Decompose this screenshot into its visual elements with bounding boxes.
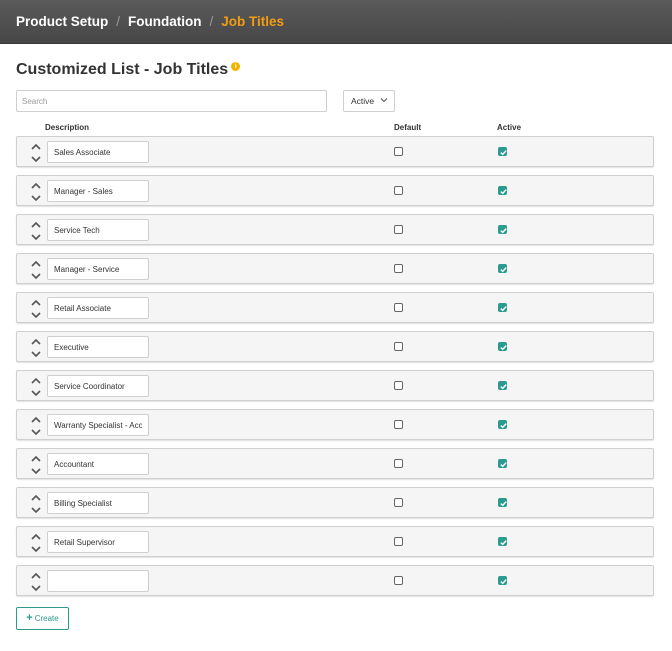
- chevron-down-icon: [380, 98, 388, 103]
- check-icon: [500, 345, 507, 351]
- sort-arrows-icon[interactable]: [30, 142, 42, 164]
- active-checkbox[interactable]: [498, 420, 507, 429]
- active-checkbox[interactable]: [498, 342, 507, 351]
- status-filter-value: Active: [351, 96, 375, 106]
- create-button-label: Create: [34, 614, 59, 623]
- info-icon[interactable]: i: [231, 61, 241, 71]
- check-icon: [500, 384, 507, 390]
- active-checkbox[interactable]: [498, 147, 507, 156]
- default-checkbox[interactable]: [394, 420, 403, 429]
- description-input[interactable]: [47, 570, 149, 592]
- sort-arrows-icon[interactable]: [30, 298, 42, 320]
- search-input[interactable]: [16, 90, 327, 112]
- list-item: [16, 487, 654, 518]
- default-checkbox[interactable]: [394, 186, 403, 195]
- active-checkbox[interactable]: [498, 381, 507, 390]
- active-checkbox[interactable]: [498, 498, 507, 507]
- sort-arrows-icon[interactable]: [30, 259, 42, 281]
- default-checkbox[interactable]: [394, 459, 403, 468]
- sort-arrows-icon[interactable]: [30, 376, 42, 398]
- description-input[interactable]: [47, 414, 149, 436]
- column-header-default: Default: [394, 123, 422, 132]
- active-checkbox[interactable]: [498, 264, 507, 273]
- default-checkbox[interactable]: [394, 537, 403, 546]
- check-icon: [500, 189, 507, 195]
- page-title: Customized List - Job Titles i: [16, 61, 241, 79]
- list-item: [16, 292, 654, 323]
- active-checkbox[interactable]: [498, 576, 507, 585]
- breadcrumb-separator: /: [209, 14, 214, 29]
- active-checkbox[interactable]: [498, 186, 507, 195]
- check-icon: [500, 267, 507, 273]
- description-input[interactable]: [47, 336, 149, 358]
- description-input[interactable]: [47, 219, 149, 241]
- description-input[interactable]: [47, 141, 149, 163]
- breadcrumb-product-setup[interactable]: Product Setup: [16, 14, 108, 29]
- job-titles-list: [16, 136, 654, 604]
- list-item: [16, 214, 654, 245]
- breadcrumb-job-titles: Job Titles: [221, 14, 285, 29]
- breadcrumb-separator: /: [116, 14, 121, 29]
- plus-icon: +: [26, 612, 33, 624]
- sort-arrows-icon[interactable]: [30, 571, 42, 593]
- top-bar: Product Setup / Foundation / Job Titles: [0, 0, 672, 44]
- sort-arrows-icon[interactable]: [30, 415, 42, 437]
- list-item: [16, 565, 654, 596]
- list-item: [16, 175, 654, 206]
- sort-arrows-icon[interactable]: [30, 181, 42, 203]
- check-icon: [500, 540, 507, 546]
- default-checkbox[interactable]: [394, 147, 403, 156]
- column-header-active: Active: [497, 123, 522, 132]
- description-input[interactable]: [47, 258, 149, 280]
- list-item: [16, 253, 654, 284]
- page-title-text: Customized List - Job Titles: [16, 61, 229, 78]
- check-icon: [500, 228, 507, 234]
- active-checkbox[interactable]: [498, 225, 507, 234]
- list-item: [16, 136, 654, 167]
- default-checkbox[interactable]: [394, 381, 403, 390]
- default-checkbox[interactable]: [394, 342, 403, 351]
- check-icon: [500, 423, 507, 429]
- sort-arrows-icon[interactable]: [30, 337, 42, 359]
- default-checkbox[interactable]: [394, 264, 403, 273]
- default-checkbox[interactable]: [394, 498, 403, 507]
- description-input[interactable]: [47, 492, 149, 514]
- check-icon: [500, 150, 507, 156]
- default-checkbox[interactable]: [394, 225, 403, 234]
- check-icon: [500, 501, 507, 507]
- create-button[interactable]: + Create: [16, 607, 69, 630]
- check-icon: [500, 579, 507, 585]
- description-input[interactable]: [47, 453, 149, 475]
- breadcrumb-foundation[interactable]: Foundation: [128, 14, 201, 29]
- default-checkbox[interactable]: [394, 576, 403, 585]
- status-filter-select[interactable]: Active: [343, 90, 395, 112]
- check-icon: [500, 462, 507, 468]
- column-header-description: Description: [45, 123, 90, 132]
- list-item: [16, 526, 654, 557]
- sort-arrows-icon[interactable]: [30, 220, 42, 242]
- list-item: [16, 331, 654, 362]
- sort-arrows-icon[interactable]: [30, 493, 42, 515]
- default-checkbox[interactable]: [394, 303, 403, 312]
- description-input[interactable]: [47, 297, 149, 319]
- description-input[interactable]: [47, 531, 149, 553]
- list-item: [16, 448, 654, 479]
- active-checkbox[interactable]: [498, 459, 507, 468]
- description-input[interactable]: [47, 180, 149, 202]
- sort-arrows-icon[interactable]: [30, 454, 42, 476]
- check-icon: [500, 306, 507, 312]
- list-item: [16, 370, 654, 401]
- sort-arrows-icon[interactable]: [30, 532, 42, 554]
- active-checkbox[interactable]: [498, 303, 507, 312]
- active-checkbox[interactable]: [498, 537, 507, 546]
- description-input[interactable]: [47, 375, 149, 397]
- list-item: [16, 409, 654, 440]
